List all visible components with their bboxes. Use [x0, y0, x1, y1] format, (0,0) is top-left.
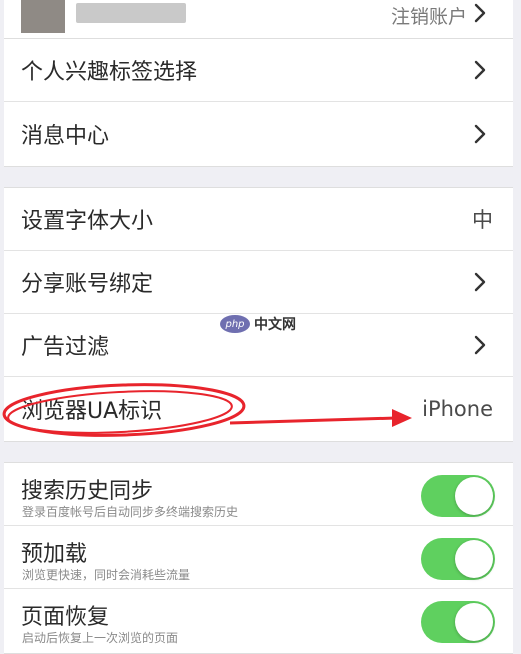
interest-tags-row[interactable]: 个人兴趣标签选择	[4, 39, 513, 102]
message-center-label: 消息中心	[21, 123, 110, 149]
toggle-knob	[455, 477, 493, 515]
watermark-text: 中文网	[254, 317, 296, 333]
preload-label: 预加载	[21, 542, 88, 567]
message-center-row[interactable]: 消息中心	[4, 102, 513, 165]
search-history-sync-toggle[interactable]	[421, 475, 495, 517]
page-restore-row: 页面恢复 启动后恢复上一次浏览的页面	[4, 589, 513, 652]
font-size-value: 中	[472, 208, 493, 232]
preload-toggle[interactable]	[421, 538, 495, 580]
browser-ua-label: 浏览器UA标识	[21, 398, 163, 424]
settings-group-3: 搜索历史同步 登录百度帐号后自动同步多终端搜索历史 预加载 浏览更快速，同时会消…	[4, 462, 513, 654]
share-account-binding-row[interactable]: 分享账号绑定	[4, 251, 513, 314]
chevron-right-icon	[469, 271, 491, 293]
preload-row: 预加载 浏览更快速，同时会消耗些流量	[4, 526, 513, 589]
font-size-label: 设置字体大小	[21, 209, 154, 234]
avatar	[21, 0, 65, 33]
toggle-knob	[455, 603, 493, 641]
search-history-sync-label: 搜索历史同步	[21, 479, 154, 504]
browser-ua-row[interactable]: 浏览器UA标识 iPhone	[4, 377, 513, 440]
search-history-sync-description: 登录百度帐号后自动同步多终端搜索历史	[22, 505, 239, 519]
interest-tags-label: 个人兴趣标签选择	[21, 60, 198, 85]
preload-description: 浏览更快速，同时会消耗些流量	[22, 568, 191, 582]
chevron-right-icon	[469, 59, 491, 81]
share-account-binding-label: 分享账号绑定	[21, 272, 154, 297]
settings-group-1: 个人兴趣标签选择 消息中心	[4, 38, 513, 167]
toggle-knob	[455, 540, 493, 578]
page-restore-label: 页面恢复	[21, 605, 110, 630]
browser-ua-value: iPhone	[422, 396, 493, 421]
chevron-right-icon	[469, 334, 491, 356]
page-restore-toggle[interactable]	[421, 601, 495, 643]
search-history-sync-row: 搜索历史同步 登录百度帐号后自动同步多终端搜索历史	[4, 463, 513, 526]
logout-label[interactable]: 注销账户	[391, 2, 467, 29]
ad-filter-label: 广告过滤	[21, 335, 110, 360]
account-group: 注销账户	[4, 0, 513, 39]
page-restore-description: 启动后恢复上一次浏览的页面	[22, 631, 179, 645]
watermark-logo: php	[220, 315, 250, 333]
chevron-right-icon	[469, 2, 491, 24]
username-blurred	[76, 3, 186, 23]
watermark: php 中文网	[220, 314, 296, 334]
font-size-row[interactable]: 设置字体大小 中	[4, 188, 513, 251]
account-row[interactable]: 注销账户	[4, 0, 513, 38]
chevron-right-icon	[469, 123, 491, 145]
